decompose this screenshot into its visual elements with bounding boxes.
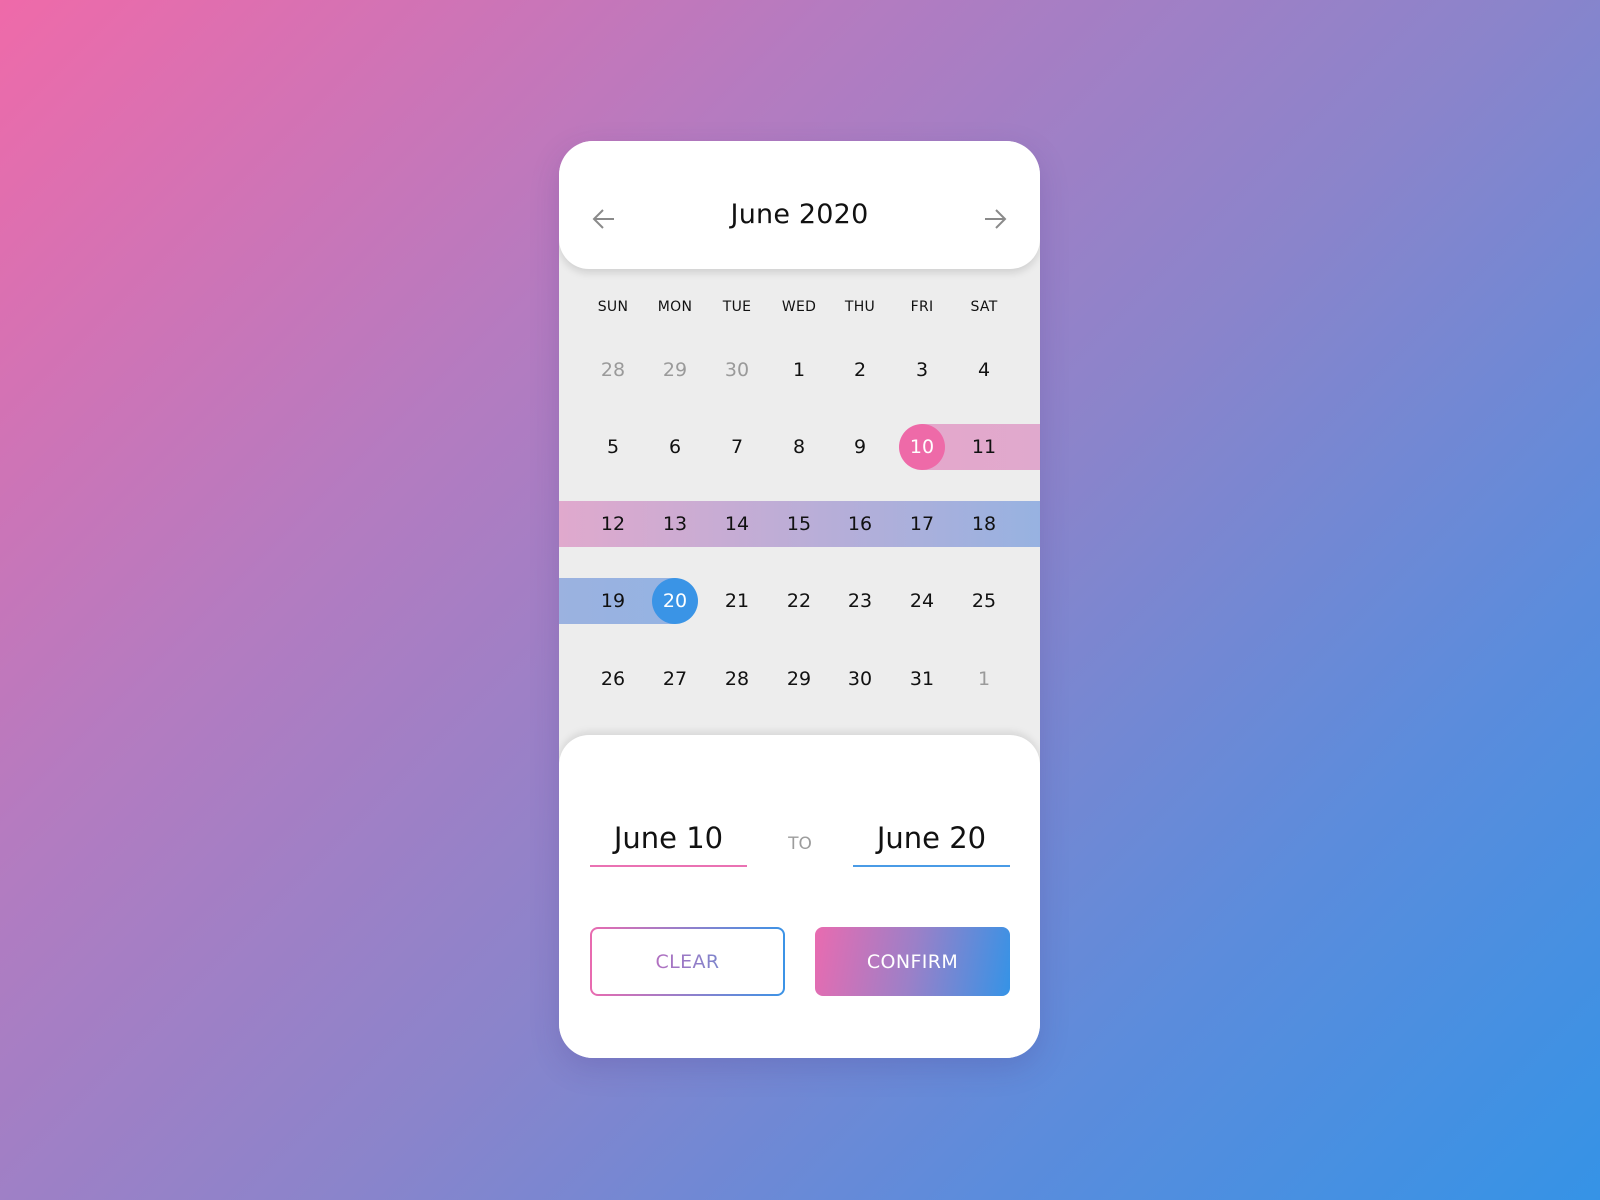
weekday-label: MON [657, 299, 693, 315]
calendar-day[interactable]: 24 [899, 578, 945, 624]
calendar-day[interactable]: 27 [652, 656, 698, 702]
calendar-day[interactable]: 5 [590, 424, 636, 470]
weekday-label: WED [781, 299, 817, 315]
calendar-day[interactable]: 21 [714, 578, 760, 624]
weekday-label: FRI [910, 299, 934, 315]
range-start-day[interactable]: 10 [899, 424, 945, 470]
calendar-header: June 2020 [559, 141, 1040, 269]
calendar-day[interactable]: 25 [961, 578, 1007, 624]
calendar-day[interactable]: 2 [837, 347, 883, 393]
next-month-button[interactable] [977, 201, 1013, 237]
adjacent-month-day[interactable]: 28 [590, 347, 636, 393]
arrow-right-icon [985, 209, 1007, 229]
clear-button[interactable]: CLEAR [590, 927, 785, 996]
calendar-day[interactable]: 26 [590, 656, 636, 702]
month-title: June 2020 [730, 199, 869, 230]
calendar-day[interactable]: 23 [837, 578, 883, 624]
calendar-day[interactable]: 22 [776, 578, 822, 624]
calendar-day[interactable]: 8 [776, 424, 822, 470]
calendar-day[interactable]: 3 [899, 347, 945, 393]
calendar-day[interactable]: 1 [776, 347, 822, 393]
clear-button-label: CLEAR [655, 950, 720, 973]
calendar-day[interactable]: 13 [652, 501, 698, 547]
weekday-label: THU [844, 299, 876, 315]
adjacent-month-day[interactable]: 29 [652, 347, 698, 393]
calendar-day[interactable]: 15 [776, 501, 822, 547]
start-date-field[interactable]: June 10 [590, 821, 747, 867]
calendar-day[interactable]: 7 [714, 424, 760, 470]
range-end-day[interactable]: 20 [652, 578, 698, 624]
calendar-day[interactable]: 9 [837, 424, 883, 470]
range-summary-panel: June 10 TO June 20 CLEAR CONFIRM [559, 735, 1040, 1058]
calendar-day[interactable]: 17 [899, 501, 945, 547]
calendar-day[interactable]: 19 [590, 578, 636, 624]
range-separator-label: TO [788, 834, 812, 854]
adjacent-month-day[interactable]: 1 [961, 656, 1007, 702]
calendar-day[interactable]: 11 [961, 424, 1007, 470]
calendar-day[interactable]: 4 [961, 347, 1007, 393]
weekday-label: SAT [970, 299, 998, 315]
calendar-day[interactable]: 12 [590, 501, 636, 547]
calendar-day[interactable]: 31 [899, 656, 945, 702]
confirm-button[interactable]: CONFIRM [815, 927, 1010, 996]
date-range-picker: June 2020 SUN MON TUE WED THU FRI SAT 28 29 30 1 2… [559, 141, 1040, 1058]
calendar-day[interactable]: 6 [652, 424, 698, 470]
weekday-label: SUN [597, 299, 629, 315]
adjacent-month-day[interactable]: 30 [714, 347, 760, 393]
calendar-day[interactable]: 16 [837, 501, 883, 547]
end-date-field[interactable]: June 20 [853, 821, 1010, 867]
calendar-day[interactable]: 30 [837, 656, 883, 702]
weekday-header-row: SUN MON TUE WED THU FRI SAT [559, 299, 1040, 319]
calendar-day[interactable]: 18 [961, 501, 1007, 547]
calendar-day[interactable]: 29 [776, 656, 822, 702]
confirm-button-label: CONFIRM [866, 950, 959, 973]
calendar-day[interactable]: 28 [714, 656, 760, 702]
weekday-label: TUE [722, 299, 752, 315]
calendar-day[interactable]: 14 [714, 501, 760, 547]
